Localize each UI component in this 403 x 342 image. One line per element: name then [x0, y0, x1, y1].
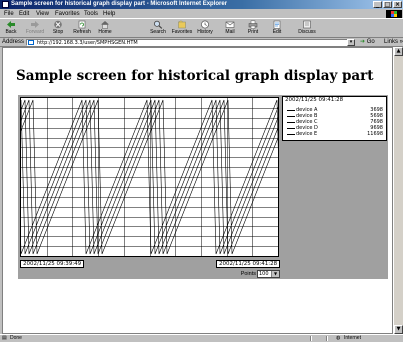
search-label: Search — [150, 29, 166, 35]
trend-plot-canvas — [0, 98, 359, 256]
links-button[interactable]: Links » — [384, 38, 403, 47]
legend-line-icon — [287, 110, 295, 111]
mail-label: Mail — [225, 29, 235, 35]
favorites-button[interactable]: Favorites — [170, 20, 194, 38]
start-time-display: 2002/11/25 09:39:49 — [20, 260, 84, 268]
edit-button[interactable]: Edit — [270, 20, 284, 38]
scroll-down-icon[interactable]: ▼ — [394, 325, 403, 334]
favorites-icon — [178, 20, 186, 29]
home-label: Home — [98, 29, 112, 35]
forward-arrow-icon — [31, 21, 39, 28]
print-icon — [248, 20, 258, 29]
ie-app-icon — [2, 1, 9, 8]
minimize-button[interactable]: _ — [373, 1, 382, 8]
toolbar: Back Forward Stop Refresh Home Search Fa… — [0, 18, 403, 38]
print-label: Print — [247, 29, 259, 35]
history-label: History — [197, 29, 213, 35]
stop-button[interactable]: Stop — [50, 20, 66, 38]
points-label: Points — [240, 271, 256, 277]
go-arrow-icon: ➜ — [360, 39, 366, 45]
legend-current-time: 2002/11/25 09:41:28 — [285, 97, 344, 103]
discuss-label: Discuss — [298, 29, 316, 35]
stop-icon — [54, 20, 62, 29]
menu-help[interactable]: Help — [103, 10, 115, 18]
legend-line-icon — [287, 122, 295, 123]
chevron-down-icon: ▼ — [271, 271, 279, 277]
menu-file[interactable]: File — [4, 10, 14, 18]
points-value: 100 — [259, 271, 269, 277]
menu-bar: File Edit View Favorites Tools Help — [0, 9, 403, 18]
address-bar: Address http://192.168.3.3/user/SMPHSGEN… — [0, 38, 403, 47]
maximize-button[interactable]: □ — [383, 1, 392, 8]
search-button[interactable]: Search — [148, 20, 168, 38]
page-title: Sample screen for historical graph displ… — [16, 68, 374, 84]
legend-line-icon — [287, 128, 295, 129]
address-url: http://192.168.3.3/user/SMPHSGEN.HTM — [37, 40, 138, 46]
back-label: Back — [5, 29, 17, 35]
mail-icon — [225, 21, 235, 28]
status-bar: ▤ Done ◍ Internet — [0, 334, 403, 341]
history-icon — [201, 20, 209, 29]
refresh-icon — [78, 20, 86, 29]
print-button[interactable]: Print — [246, 20, 260, 38]
close-button[interactable]: × — [393, 1, 402, 8]
status-divider — [326, 336, 328, 341]
legend-line-icon — [287, 134, 295, 135]
menu-view[interactable]: View — [36, 10, 49, 18]
legend-value: 11698 — [367, 131, 383, 137]
stop-label: Stop — [52, 29, 64, 35]
windows-logo-icon — [386, 10, 402, 18]
menu-favorites[interactable]: Favorites — [55, 10, 80, 18]
end-time-display: 2002/11/25 09:41:28 — [216, 260, 280, 268]
edit-label: Edit — [272, 29, 282, 35]
back-button[interactable]: Back — [3, 20, 19, 38]
trend-plot — [0, 97, 359, 257]
legend-row-device-e: device E 11698 — [283, 131, 386, 138]
go-label: Go — [366, 39, 375, 45]
discuss-button[interactable]: Discuss — [296, 20, 318, 38]
history-button[interactable]: History — [195, 20, 215, 38]
trend-line-device-C — [0, 99, 351, 255]
refresh-label: Refresh — [73, 29, 91, 35]
discuss-icon — [303, 20, 311, 29]
title-bar: Sample screen for historical graph displ… — [0, 0, 403, 9]
go-button[interactable]: ➜ Go — [360, 38, 375, 47]
address-dropdown-button[interactable]: ▾ — [347, 39, 355, 46]
vertical-scrollbar[interactable]: ▲ ▼ — [393, 47, 403, 334]
home-icon — [101, 21, 109, 29]
forward-label: Forward — [25, 29, 45, 35]
home-button[interactable]: Home — [96, 20, 114, 38]
menu-edit[interactable]: Edit — [19, 10, 29, 18]
search-icon — [154, 20, 163, 29]
legend-line-icon — [287, 116, 295, 117]
status-divider — [310, 336, 312, 341]
back-arrow-icon — [7, 21, 15, 28]
favorites-label: Favorites — [171, 29, 193, 35]
legend-name: device E — [296, 131, 318, 137]
edit-icon — [273, 20, 281, 29]
refresh-button[interactable]: Refresh — [70, 20, 94, 38]
forward-button[interactable]: Forward — [24, 20, 46, 38]
window-title: Sample screen for historical graph displ… — [11, 1, 228, 7]
address-label: Address — [2, 39, 25, 45]
menu-tools[interactable]: Tools — [84, 10, 98, 18]
scroll-up-icon[interactable]: ▲ — [394, 47, 403, 56]
address-input[interactable]: http://192.168.3.3/user/SMPHSGEN.HTM — [26, 39, 355, 46]
mail-button[interactable]: Mail — [223, 20, 237, 38]
legend-box: 2002/11/25 09:41:28 device A 3698 device… — [282, 96, 387, 141]
page-icon — [28, 40, 34, 45]
points-select[interactable]: 100 ▼ — [257, 270, 280, 278]
